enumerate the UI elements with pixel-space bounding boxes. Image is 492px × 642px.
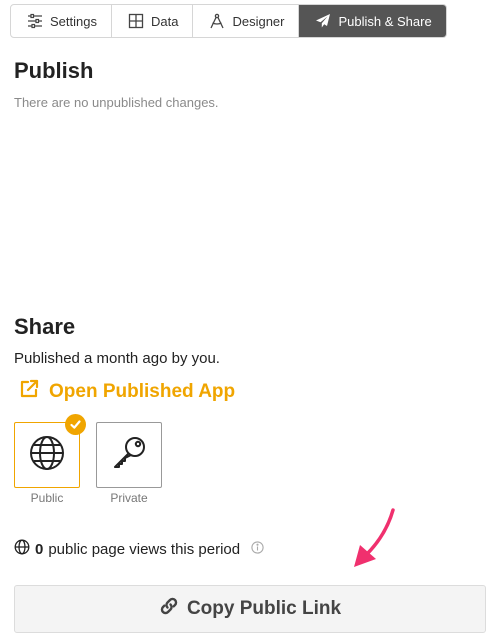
tab-publish-share[interactable]: Publish & Share [299, 5, 446, 37]
visibility-private-option[interactable] [96, 422, 162, 488]
tab-designer[interactable]: Designer [193, 5, 300, 37]
selected-check-icon [65, 414, 86, 435]
visibility-public-label: Public [30, 491, 64, 505]
tab-data[interactable]: Data [112, 5, 194, 37]
open-published-app-label: Open Published App [49, 381, 236, 402]
published-info: Published a month ago by you. [14, 350, 220, 367]
info-icon[interactable] [245, 540, 264, 558]
globe-small-icon [14, 539, 30, 559]
annotation-arrow [354, 508, 395, 567]
tab-publish-share-label: Publish & Share [338, 13, 432, 29]
tab-settings[interactable]: Settings [11, 5, 112, 37]
globe-icon [28, 434, 66, 477]
copy-public-link-label: Copy Public Link [186, 598, 342, 619]
tab-settings-label: Settings [50, 13, 97, 29]
share-title: Share [14, 314, 76, 339]
copy-public-link-button[interactable]: Copy Public Link [14, 585, 486, 633]
page-views-text: public page views this period [48, 540, 241, 558]
tab-data-label: Data [150, 13, 179, 29]
page-views-count: 0 [35, 540, 44, 558]
table-grid-icon [128, 13, 144, 29]
external-link-icon [18, 378, 40, 406]
link-icon [159, 596, 179, 622]
publish-title: Publish [14, 58, 94, 83]
compass-icon [209, 13, 225, 29]
page-views-stat: 0 public page views this period [14, 539, 264, 559]
key-icon [110, 434, 148, 477]
open-published-app-link[interactable]: Open Published App [18, 378, 235, 406]
visibility-private-label: Private [110, 491, 148, 505]
tab-designer-label: Designer [232, 13, 285, 29]
paper-plane-icon [315, 13, 331, 29]
tab-bar: Settings Data Designer Publish & Share [10, 4, 447, 38]
publish-status: There are no unpublished changes. [14, 95, 219, 110]
sliders-icon [27, 13, 43, 29]
